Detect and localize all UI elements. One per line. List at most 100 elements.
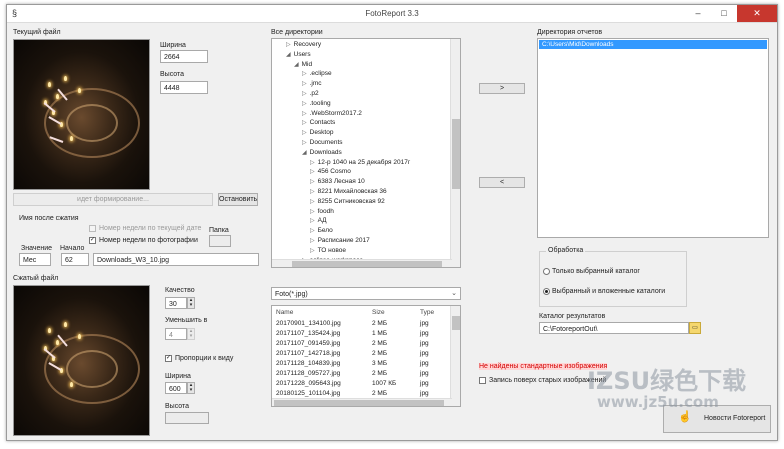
tree-item[interactable]: ◢ Mid bbox=[294, 61, 312, 68]
col-name-header[interactable]: Name bbox=[276, 309, 293, 316]
tree-item[interactable]: ◢ Users bbox=[286, 51, 311, 58]
flame bbox=[64, 76, 67, 81]
cake-inner bbox=[66, 104, 118, 142]
folder-icon[interactable]: ▭ bbox=[689, 322, 701, 334]
tree-expand-icon[interactable]: ◢ bbox=[302, 150, 307, 156]
maximize-button[interactable]: □ bbox=[711, 5, 737, 22]
file-name-cell[interactable]: 20171107_142718.jpg bbox=[276, 350, 340, 357]
tree-item[interactable]: ▷ Contacts bbox=[302, 119, 335, 126]
files-hscroll-thumb[interactable] bbox=[274, 400, 444, 406]
tree-item[interactable]: ▷ Desktop bbox=[302, 129, 333, 136]
tree-expand-icon[interactable]: ◢ bbox=[286, 52, 291, 58]
tree-expand-icon[interactable]: ▷ bbox=[310, 189, 315, 195]
tree-item[interactable]: ▷ 456 Сosmo bbox=[310, 168, 351, 175]
width2-spinner[interactable]: ▴ ▾ bbox=[187, 382, 195, 394]
reduce-spinner[interactable]: ▴ ▾ bbox=[187, 328, 195, 340]
folder-field[interactable] bbox=[209, 235, 231, 247]
tree-item[interactable]: ▷ foodh bbox=[310, 208, 334, 215]
tree-item[interactable]: ▷ .p2 bbox=[302, 90, 319, 97]
file-name-cell[interactable]: 20171107_135424.jpg bbox=[276, 330, 340, 337]
height-field[interactable]: 4448 bbox=[160, 81, 208, 94]
tree-expand-icon[interactable]: ▷ bbox=[302, 140, 307, 146]
tree-item[interactable]: ▷ .WebStorm2017.2 bbox=[302, 110, 362, 117]
tree-hscrollbar[interactable] bbox=[272, 259, 452, 267]
col-size-header[interactable]: Size bbox=[372, 309, 385, 316]
tree-item[interactable]: ▷ 8221 Михайловская 36 bbox=[310, 188, 387, 195]
report-directories-list[interactable]: C:\Users\Mid\Downloads bbox=[537, 38, 769, 238]
tree-vscroll-thumb[interactable] bbox=[452, 119, 460, 189]
radio-only-selected[interactable] bbox=[543, 268, 550, 275]
tree-expand-icon[interactable]: ◢ bbox=[294, 62, 299, 68]
file-name-cell[interactable]: 20170901_134100.jpg bbox=[276, 320, 341, 327]
radio-with-nested[interactable] bbox=[543, 288, 550, 295]
tree-item[interactable]: ▷ Расписание 2017 bbox=[310, 237, 370, 244]
tree-item[interactable]: ▷ 6383 Лесная 10 bbox=[310, 178, 365, 185]
file-type-cell: jpg bbox=[420, 380, 429, 387]
file-name-cell[interactable]: 20171128_104839.jpg bbox=[276, 360, 340, 367]
stop-button[interactable]: Остановить bbox=[218, 193, 258, 206]
tree-expand-icon[interactable]: ▷ bbox=[286, 42, 291, 48]
tree-item[interactable]: ▷ .jmc bbox=[302, 80, 322, 87]
watermark-url: www.jz5u.com bbox=[597, 393, 719, 411]
tree-expand-icon[interactable]: ▷ bbox=[310, 169, 315, 175]
tree-hscroll-thumb[interactable] bbox=[292, 261, 442, 267]
report-directory-item[interactable]: C:\Users\Mid\Downloads bbox=[539, 40, 767, 49]
tree-item[interactable]: ▷ Recovery bbox=[286, 41, 321, 48]
number-week-current-checkbox[interactable] bbox=[89, 225, 96, 232]
width2-field[interactable]: 600 bbox=[165, 382, 187, 394]
tree-expand-icon[interactable]: ▷ bbox=[302, 91, 307, 97]
quality-field[interactable]: 30 bbox=[165, 297, 187, 309]
minimize-button[interactable]: – bbox=[685, 5, 711, 22]
tree-item[interactable]: ▷ 8255 Ситниковская 92 bbox=[310, 198, 385, 205]
tree-item[interactable]: ◢ Downloads bbox=[302, 149, 342, 156]
tree-expand-icon[interactable]: ▷ bbox=[310, 238, 315, 244]
tree-expand-icon[interactable]: ▷ bbox=[310, 160, 315, 166]
tree-item[interactable]: ▷ .tooling bbox=[302, 100, 331, 107]
tree-expand-icon[interactable]: ▷ bbox=[302, 111, 307, 117]
proportion-checkbox[interactable]: ✓ bbox=[165, 355, 172, 362]
close-button[interactable]: ✕ bbox=[737, 5, 777, 22]
tree-expand-icon[interactable]: ▷ bbox=[310, 228, 315, 234]
name-field[interactable]: Downloads_W3_10.jpg bbox=[93, 253, 259, 266]
tree-vscrollbar[interactable] bbox=[450, 39, 460, 267]
tree-expand-icon[interactable]: ▷ bbox=[310, 248, 315, 254]
tree-item[interactable]: ▷ ТО новое bbox=[310, 247, 346, 254]
reduce-field[interactable]: 4 bbox=[165, 328, 187, 340]
generating-button[interactable]: идет формирование... bbox=[13, 193, 213, 206]
file-name-cell[interactable]: 20171107_091459.jpg bbox=[276, 340, 340, 347]
tree-expand-icon[interactable]: ▷ bbox=[302, 71, 307, 77]
tree-expand-icon[interactable]: ▷ bbox=[310, 209, 315, 215]
remove-directory-button[interactable]: < bbox=[479, 177, 525, 188]
file-name-cell[interactable]: 20171228_095643.jpg bbox=[276, 380, 341, 387]
tree-expand-icon[interactable]: ▷ bbox=[310, 179, 315, 185]
tree-item[interactable]: ▷ АД bbox=[310, 217, 327, 224]
results-dir-field[interactable]: C:\FotoreportOut\ bbox=[539, 322, 689, 334]
quality-spinner[interactable]: ▴ ▾ bbox=[187, 297, 195, 309]
tree-item[interactable]: ▷ Бело bbox=[310, 227, 333, 234]
files-hscrollbar[interactable] bbox=[272, 398, 452, 406]
height2-field[interactable] bbox=[165, 412, 209, 424]
files-vscroll-thumb[interactable] bbox=[452, 316, 460, 330]
tree-expand-icon[interactable]: ▷ bbox=[302, 101, 307, 107]
tree-expand-icon[interactable]: ▷ bbox=[310, 199, 315, 205]
add-directory-button[interactable]: > bbox=[479, 83, 525, 94]
directory-tree[interactable]: ▷ Recovery ◢ Users ◢ Mid ▷ .eclipse ▷ .jmc ▷ .p2 ▷ .t… bbox=[271, 38, 461, 268]
tree-item[interactable]: ▷ .eclipse bbox=[302, 70, 332, 77]
tree-item[interactable]: ▷ Documents bbox=[302, 139, 343, 146]
month-field[interactable]: Мес bbox=[19, 253, 51, 266]
file-name-cell[interactable]: 20180125_101104.jpg bbox=[276, 390, 340, 397]
tree-expand-icon[interactable]: ▷ bbox=[310, 218, 315, 224]
file-filter-combo[interactable]: Foto(*.jpg) ⌄ bbox=[271, 287, 461, 300]
tree-expand-icon[interactable]: ▷ bbox=[302, 120, 307, 126]
number-field[interactable]: 62 bbox=[61, 253, 89, 266]
number-week-photo-checkbox[interactable]: ✓ bbox=[89, 237, 96, 244]
file-name-cell[interactable]: 20171128_095727.jpg bbox=[276, 370, 340, 377]
col-type-header[interactable]: Type bbox=[420, 309, 434, 316]
overwrite-checkbox[interactable] bbox=[479, 377, 486, 384]
tree-expand-icon[interactable]: ▷ bbox=[302, 81, 307, 87]
files-vscrollbar[interactable] bbox=[450, 306, 460, 406]
width-field[interactable]: 2664 bbox=[160, 50, 208, 63]
tree-expand-icon[interactable]: ▷ bbox=[302, 130, 307, 136]
tree-item[interactable]: ▷ 12-р 1040 на 25 декабря 2017г bbox=[310, 159, 410, 166]
file-list[interactable]: Name Size Type 20170901_134100.jpg 2 МБ jp… bbox=[271, 305, 461, 407]
